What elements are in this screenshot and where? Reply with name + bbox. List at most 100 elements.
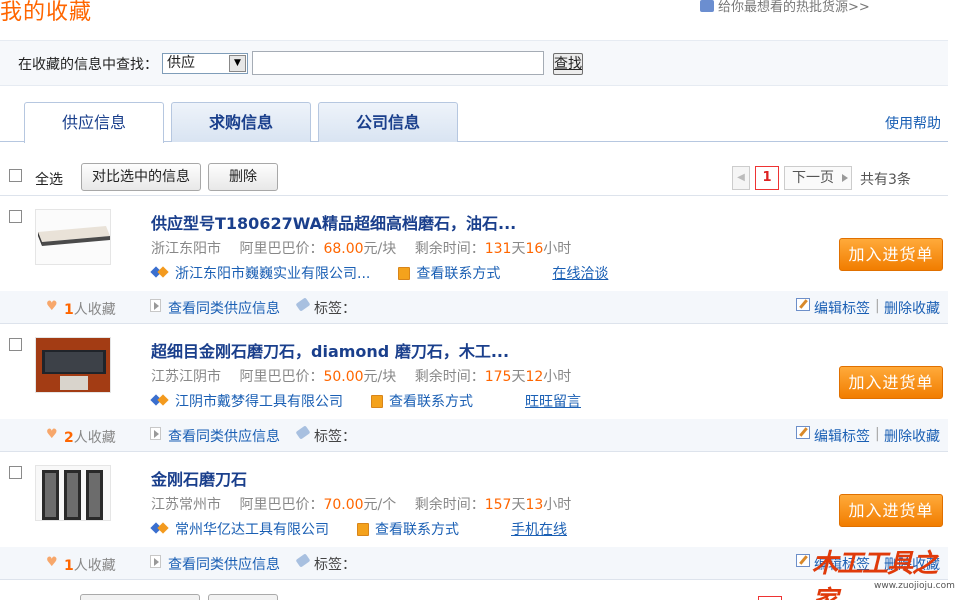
chat-link[interactable]: 手机在线 xyxy=(511,519,567,539)
product-image[interactable] xyxy=(35,337,111,393)
list-item: 供应型号T180627WA精品超细高档磨石，油石... 浙江东阳市 阿里巴巴价：… xyxy=(0,196,948,324)
item-footer: ♥ 1人收藏 查看同类供应信息 标签： 编辑标签 | 删除收藏 xyxy=(0,291,948,323)
arrow-icon xyxy=(150,427,161,440)
item-checkbox[interactable] xyxy=(9,466,22,479)
next-page-button[interactable]: 下一页 xyxy=(784,166,852,190)
remain-label: 剩余时间： xyxy=(414,369,485,385)
chevron-right-icon xyxy=(842,174,848,182)
search-input[interactable] xyxy=(252,51,544,75)
favorite-number: 1 xyxy=(64,558,74,574)
select-all-label[interactable]: 全选 xyxy=(35,169,63,189)
remain-hours: 13 xyxy=(525,497,544,513)
remain-days: 131 xyxy=(484,241,512,257)
remove-favorite-link[interactable]: 删除收藏 xyxy=(884,298,940,318)
remain-label: 剩余时间： xyxy=(414,241,485,257)
price-label: 阿里巴巴价： xyxy=(239,497,324,513)
tag-label: 标签： xyxy=(314,429,356,445)
help-link[interactable]: 使用帮助 xyxy=(885,113,941,133)
company-link[interactable]: 浙江东阳市巍巍实业有限公司... xyxy=(175,263,370,283)
item-title[interactable]: 供应型号T180627WA精品超细高档磨石，油石... xyxy=(151,210,516,234)
tag-icon xyxy=(295,425,311,440)
company-link[interactable]: 常州华亿达工具有限公司 xyxy=(175,519,329,539)
favorite-count: 1人收藏 xyxy=(64,299,116,319)
page-title: 我的收藏 xyxy=(0,0,93,25)
item-location: 江苏江阴市 xyxy=(151,369,221,385)
favorite-text: 人收藏 xyxy=(73,430,116,446)
search-label: 在收藏的信息中查找： xyxy=(18,57,158,73)
current-page[interactable]: 1 xyxy=(755,166,779,190)
contact-card-icon xyxy=(398,266,411,280)
day-unit: 天 xyxy=(511,241,526,257)
add-to-cart-button[interactable]: 加入进货单 xyxy=(839,366,943,399)
favorite-number: 2 xyxy=(64,430,74,446)
remain-label: 剩余时间： xyxy=(414,497,485,513)
similar-supply-link[interactable]: 查看同类供应信息 xyxy=(168,426,280,446)
edit-tag-link[interactable]: 编辑标签 xyxy=(814,426,870,446)
divider: | xyxy=(875,298,880,314)
product-image[interactable] xyxy=(35,465,111,521)
contact-link[interactable]: 查看联系方式 xyxy=(398,263,500,283)
tag-label: 标签： xyxy=(314,557,356,573)
tab-supply[interactable]: 供应信息 xyxy=(24,102,164,143)
contact-link[interactable]: 查看联系方式 xyxy=(371,391,473,411)
contact-label: 查看联系方式 xyxy=(375,522,459,538)
add-to-cart-button[interactable]: 加入进货单 xyxy=(839,494,943,527)
item-title[interactable]: 金刚石磨刀石 xyxy=(151,466,247,490)
item-price: 50.00 xyxy=(323,369,364,385)
company-link[interactable]: 江阴市戴梦得工具有限公司 xyxy=(175,391,343,411)
item-footer: ♥ 2人收藏 查看同类供应信息 标签： 编辑标签 | 删除收藏 xyxy=(0,419,948,451)
item-location: 江苏常州市 xyxy=(151,497,221,513)
hour-unit: 小时 xyxy=(543,241,572,257)
arrow-icon xyxy=(150,299,161,312)
hot-source-link-label: 给你最想看的热批货源>> xyxy=(718,0,870,15)
item-checkbox[interactable] xyxy=(9,210,22,223)
favorite-text: 人收藏 xyxy=(73,558,116,574)
tab-purchase[interactable]: 求购信息 xyxy=(171,102,311,142)
delete-button-bottom[interactable] xyxy=(208,594,278,600)
edit-icon xyxy=(796,426,810,439)
item-location: 浙江东阳市 xyxy=(151,241,221,257)
hot-source-link[interactable]: 给你最想看的热批货源>> xyxy=(700,0,870,15)
item-meta: 江苏江阴市 阿里巴巴价：50.00元/块 剩余时间：175天12小时 xyxy=(151,366,571,386)
remain-days: 157 xyxy=(484,497,512,513)
prev-page-button[interactable]: ◀ xyxy=(732,166,750,190)
product-image[interactable] xyxy=(35,209,111,265)
favorite-count: 2人收藏 xyxy=(64,427,116,447)
item-price: 70.00 xyxy=(323,497,364,513)
trust-diamond-icon xyxy=(151,395,169,407)
list-item: 金刚石磨刀石 江苏常州市 阿里巴巴价：70.00元/个 剩余时间：157天13小… xyxy=(0,452,948,580)
item-title[interactable]: 超细目金刚石磨刀石，diamond 磨刀石，木工... xyxy=(151,338,509,362)
contact-link[interactable]: 查看联系方式 xyxy=(357,519,459,539)
compare-button-bottom[interactable] xyxy=(80,594,200,600)
compare-button[interactable]: 对比选中的信息 xyxy=(81,163,201,191)
divider: | xyxy=(875,426,880,442)
edit-icon xyxy=(796,554,810,567)
chat-link[interactable]: 在线洽谈 xyxy=(552,263,608,283)
price-label: 阿里巴巴价： xyxy=(239,241,324,257)
contact-label: 查看联系方式 xyxy=(416,266,501,282)
tab-company[interactable]: 公司信息 xyxy=(318,102,458,142)
tab-bar: 供应信息 求购信息 公司信息 xyxy=(0,102,948,143)
remove-favorite-link[interactable]: 删除收藏 xyxy=(884,426,940,446)
site-watermark-logo: 木工工具之家 www.zuojioju.com xyxy=(812,543,955,600)
day-unit: 天 xyxy=(511,497,526,513)
current-page-bottom[interactable] xyxy=(758,596,782,600)
category-select[interactable]: 供应 ▼ xyxy=(162,53,248,74)
chat-link[interactable]: 旺旺留言 xyxy=(525,391,581,411)
delete-button[interactable]: 删除 xyxy=(208,163,278,191)
user-icon xyxy=(700,0,714,12)
total-count: 共有3条 xyxy=(860,172,911,188)
edit-tag-link[interactable]: 编辑标签 xyxy=(814,298,870,318)
favorite-text: 人收藏 xyxy=(73,302,116,318)
chevron-down-icon[interactable]: ▼ xyxy=(229,55,246,72)
heart-icon: ♥ xyxy=(46,299,58,314)
item-links: 常州华亿达工具有限公司 查看联系方式 手机在线 xyxy=(151,519,567,539)
similar-supply-link[interactable]: 查看同类供应信息 xyxy=(168,554,280,574)
add-to-cart-button[interactable]: 加入进货单 xyxy=(839,238,943,271)
tag-icon xyxy=(295,553,311,568)
search-button[interactable]: 查找 xyxy=(553,53,583,75)
similar-supply-link[interactable]: 查看同类供应信息 xyxy=(168,298,280,318)
select-all-checkbox[interactable] xyxy=(9,169,22,182)
item-checkbox[interactable] xyxy=(9,338,22,351)
item-links: 江阴市戴梦得工具有限公司 查看联系方式 旺旺留言 xyxy=(151,391,581,411)
